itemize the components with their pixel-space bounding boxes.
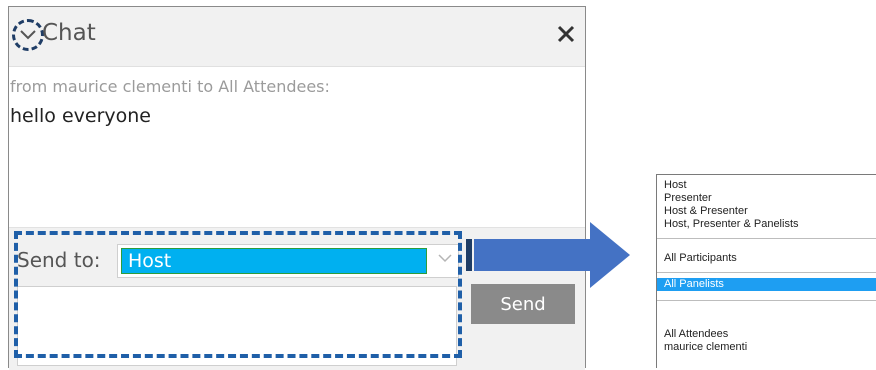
- option-presenter[interactable]: Presenter: [657, 192, 876, 205]
- chevron-down-icon: [438, 254, 452, 263]
- arrow-right-icon: [466, 222, 630, 288]
- option-host-presenter[interactable]: Host & Presenter: [657, 205, 876, 218]
- message-text: hello everyone: [10, 105, 151, 127]
- chevron-down-icon: [20, 30, 36, 40]
- option-separator: [657, 238, 876, 239]
- option-host[interactable]: Host: [657, 179, 876, 192]
- recipient-selected-value: Host: [121, 248, 427, 274]
- chat-title: Chat: [42, 20, 96, 46]
- chat-panel: Chat from maurice clementi to All Attend…: [8, 6, 586, 370]
- option-maurice-clementi[interactable]: maurice clementi: [657, 341, 876, 354]
- message-meta: from maurice clementi to All Attendees:: [10, 77, 330, 96]
- option-all-attendees[interactable]: All Attendees: [657, 328, 876, 341]
- option-separator: [657, 300, 876, 301]
- chat-message-area: from maurice clementi to All Attendees: …: [9, 67, 585, 227]
- option-host-presenter-panelists[interactable]: Host, Presenter & Panelists: [657, 218, 876, 231]
- collapse-toggle-button[interactable]: [12, 19, 44, 51]
- send-button[interactable]: Send: [471, 284, 575, 324]
- message-input[interactable]: [17, 286, 457, 366]
- recipient-select[interactable]: Host: [117, 244, 459, 278]
- chat-header: Chat: [9, 7, 585, 67]
- close-icon[interactable]: [555, 23, 577, 45]
- option-all-panelists[interactable]: All Panelists: [657, 278, 876, 291]
- option-all-participants[interactable]: All Participants: [657, 252, 876, 265]
- send-to-label: Send to:: [17, 248, 101, 272]
- recipient-options-list: Host Presenter Host & Presenter Host, Pr…: [656, 174, 876, 368]
- option-separator: [657, 272, 876, 273]
